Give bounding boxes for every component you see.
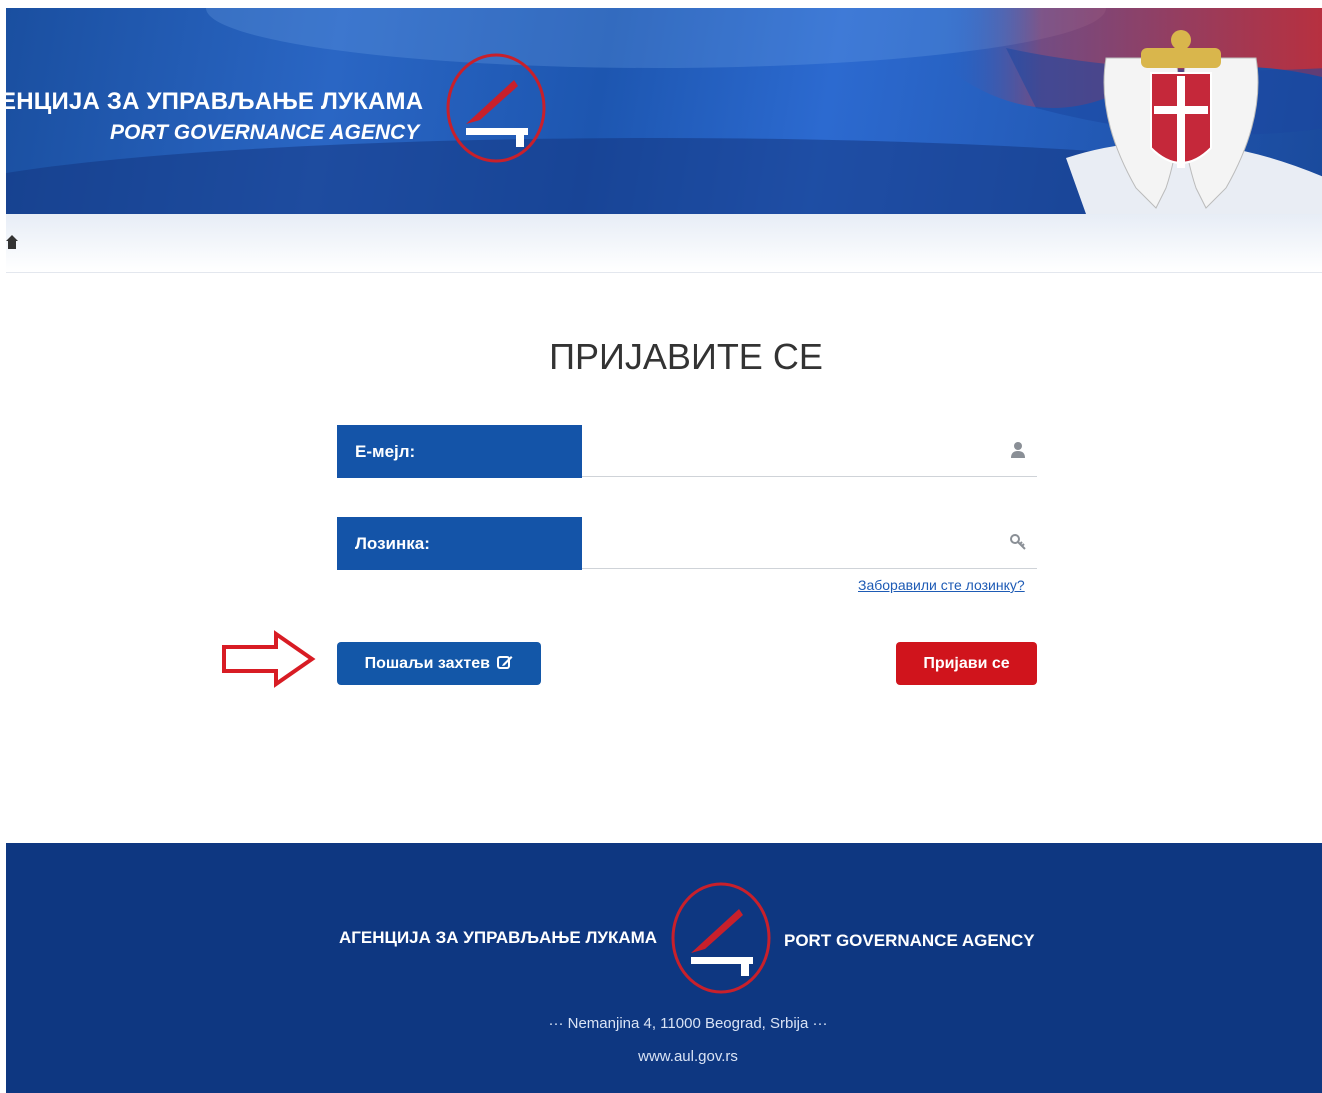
email-field-group: Е-мејл: [337, 425, 1037, 478]
footer-website-link[interactable]: www.aul.gov.rs [6, 1048, 1322, 1065]
agency-name-english: PORT GOVERNANCE AGENCY [110, 121, 420, 144]
footer-agency-name-english: PORT GOVERNANCE AGENCY [784, 931, 1035, 950]
serbian-flag-emblem-icon [946, 8, 1322, 214]
footer-address: ··· Nemanjina 4, 11000 Beograd, Srbija ·… [548, 1015, 828, 1032]
agency-logo-icon[interactable] [444, 52, 548, 164]
user-icon [1011, 442, 1025, 458]
password-field-group: Лозинка: [337, 517, 1037, 570]
email-input[interactable] [582, 425, 1037, 477]
edit-icon [497, 656, 513, 669]
agency-name-serbian: ЕНЦИЈА ЗА УПРАВЉАЊЕ ЛУКАМА [6, 88, 424, 115]
password-input[interactable] [582, 517, 1037, 569]
email-label: Е-мејл: [337, 425, 582, 478]
send-request-label: Пошаљи захтев [364, 655, 490, 672]
login-button[interactable]: Пријави се [896, 642, 1037, 685]
arrow-right-icon [222, 630, 316, 688]
login-title: ПРИЈАВИТЕ СЕ [549, 336, 823, 377]
footer-agency-name-serbian: АГЕНЦИЈА ЗА УПРАВЉАЊЕ ЛУКАМА [339, 928, 658, 947]
home-icon[interactable] [6, 234, 18, 250]
header-banner: ЕНЦИЈА ЗА УПРАВЉАЊЕ ЛУКАМА PORT GOVERNAN… [6, 8, 1322, 214]
send-request-button[interactable]: Пошаљи захтев [337, 642, 541, 685]
forgot-password-link[interactable]: Заборавили сте лозинку? [858, 577, 1025, 593]
footer-logo-icon [671, 882, 771, 994]
footer: АГЕНЦИЈА ЗА УПРАВЉАЊЕ ЛУКАМА PORT GOVERN… [6, 843, 1322, 1093]
password-label: Лозинка: [337, 517, 582, 570]
key-icon [1010, 534, 1026, 550]
navigation-bar [6, 214, 1322, 273]
